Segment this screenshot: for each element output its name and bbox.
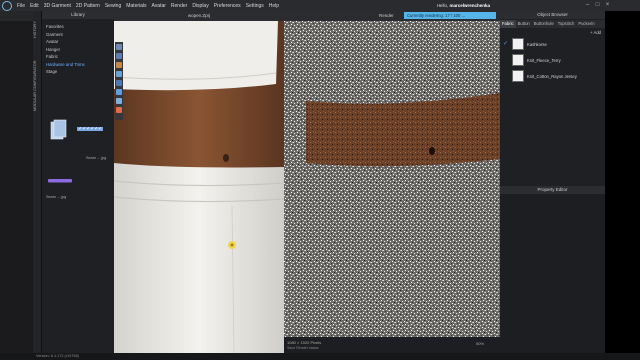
vertical-tab-strip: HISTORY MODULAR CONFIGURATOR bbox=[33, 11, 42, 353]
tool-icon-7[interactable] bbox=[116, 98, 122, 104]
tool-icon-5[interactable] bbox=[116, 80, 122, 86]
fabric-item[interactable]: Knit_Cotton_Rayon Jersey bbox=[510, 69, 604, 84]
render-footer: 1080 × 1920 Pixels Save Render status 50… bbox=[284, 337, 500, 353]
library-item-garment[interactable]: Garment bbox=[42, 31, 114, 39]
property-editor: Property Editor bbox=[500, 186, 605, 353]
tool-icon-3[interactable] bbox=[116, 62, 122, 68]
add-fabric-button[interactable]: + Add bbox=[590, 30, 601, 35]
thumb-label-2: Seam ....jpg bbox=[46, 195, 67, 199]
object-browser-tabs: Fabric Button Buttonhole Topstitch Pucke… bbox=[500, 20, 605, 28]
library-item-hardware-and-trims[interactable]: Hardware and Trims bbox=[42, 61, 114, 69]
fabric-swatch bbox=[512, 54, 524, 66]
render-progress-banner: Currently rendering: 17 / 100 ... bbox=[404, 12, 496, 19]
render-view[interactable] bbox=[284, 21, 500, 337]
menu-materials[interactable]: Materials bbox=[126, 3, 146, 9]
tab-button[interactable]: Button bbox=[516, 20, 532, 28]
tab-history[interactable]: HISTORY bbox=[33, 15, 42, 45]
menu-3d-garment[interactable]: 3D Garment bbox=[44, 3, 71, 9]
right-margin bbox=[605, 11, 640, 353]
menu-sewing[interactable]: Sewing bbox=[105, 3, 121, 9]
viewport-tool-column bbox=[115, 42, 123, 120]
library-panel: Library Favorites Garment Avatar Hanger … bbox=[42, 11, 114, 353]
tab-fabric[interactable]: Fabric bbox=[500, 20, 516, 28]
tool-icon-8[interactable] bbox=[116, 107, 122, 113]
render-image bbox=[284, 21, 500, 337]
tool-icon-4[interactable] bbox=[116, 71, 122, 77]
minimize-icon[interactable]: – bbox=[584, 2, 591, 9]
version-label: Version: 6.1.172 (r19758) bbox=[36, 354, 79, 358]
library-item-stage[interactable]: Stage bbox=[42, 68, 114, 76]
tool-icon-2[interactable] bbox=[116, 53, 122, 59]
stitch-thumbnail-1[interactable] bbox=[49, 119, 111, 143]
fabric-swatch bbox=[512, 38, 524, 50]
library-item-avatar[interactable]: Avatar bbox=[42, 38, 114, 46]
menu-file[interactable]: File bbox=[17, 3, 25, 9]
tab-topstitch[interactable]: Topstitch bbox=[556, 20, 577, 28]
viewport-3d[interactable] bbox=[114, 21, 284, 353]
menu-display[interactable]: Display bbox=[192, 3, 208, 9]
status-bar: Version: 6.1.172 (r19758) bbox=[0, 353, 640, 360]
object-browser-title: Object Browser bbox=[500, 11, 605, 19]
property-editor-title: Property Editor bbox=[500, 186, 605, 194]
fabric-item[interactable]: Knit_Fleece_Terry bbox=[510, 53, 604, 68]
fabric-item[interactable]: Kashkorse bbox=[510, 37, 604, 52]
menu-help[interactable]: Help bbox=[269, 3, 279, 9]
render-zoom[interactable]: 50% bbox=[476, 341, 484, 346]
fabric-swatch bbox=[512, 70, 524, 82]
app-window: File Edit 3D Garment 2D Pattern Sewing M… bbox=[0, 0, 640, 360]
maximize-icon[interactable]: □ bbox=[594, 2, 601, 9]
object-browser: Object Browser Fabric Button Buttonhole … bbox=[500, 11, 605, 186]
thumb-label-1: Seam ....jpg bbox=[86, 156, 107, 160]
library-item-favorites[interactable]: Favorites bbox=[42, 23, 114, 31]
tool-icon-6[interactable] bbox=[116, 89, 122, 95]
tab-modular-configurator[interactable]: MODULAR CONFIGURATOR bbox=[33, 51, 42, 121]
menu-bar: File Edit 3D Garment 2D Pattern Sewing M… bbox=[0, 0, 640, 11]
clo-logo-icon bbox=[2, 0, 12, 11]
menu-render[interactable]: Render bbox=[171, 3, 187, 9]
render-title: Render bbox=[379, 13, 394, 18]
menu-settings[interactable]: Settings bbox=[246, 3, 264, 9]
library-item-hanger[interactable]: Hanger bbox=[42, 46, 114, 54]
tab-puckering[interactable]: Puckerin bbox=[576, 20, 596, 28]
menu-avatar[interactable]: Avatar bbox=[152, 3, 166, 9]
avatar-3d-render bbox=[114, 21, 284, 353]
library-title: Library bbox=[42, 11, 114, 19]
user-greeting[interactable]: Hello, marcelwrenchenka bbox=[437, 3, 490, 8]
render-resolution: 1080 × 1920 Pixels bbox=[287, 340, 322, 345]
tool-icon-1[interactable] bbox=[116, 44, 122, 50]
library-item-fabric[interactable]: Fabric bbox=[42, 53, 114, 61]
viewport-3d-title: wopen.Zprj bbox=[114, 11, 284, 21]
tab-buttonhole[interactable]: Buttonhole bbox=[532, 20, 556, 28]
selected-check-icon: ✓ bbox=[503, 41, 509, 47]
menu-2d-pattern[interactable]: 2D Pattern bbox=[76, 3, 100, 9]
menu-preferences[interactable]: Preferences bbox=[214, 3, 241, 9]
close-icon[interactable]: × bbox=[604, 2, 611, 9]
render-footer-label: Save Render status bbox=[287, 346, 319, 350]
stitch-thumbnail-2[interactable] bbox=[46, 177, 76, 185]
menu-edit[interactable]: Edit bbox=[30, 3, 39, 9]
